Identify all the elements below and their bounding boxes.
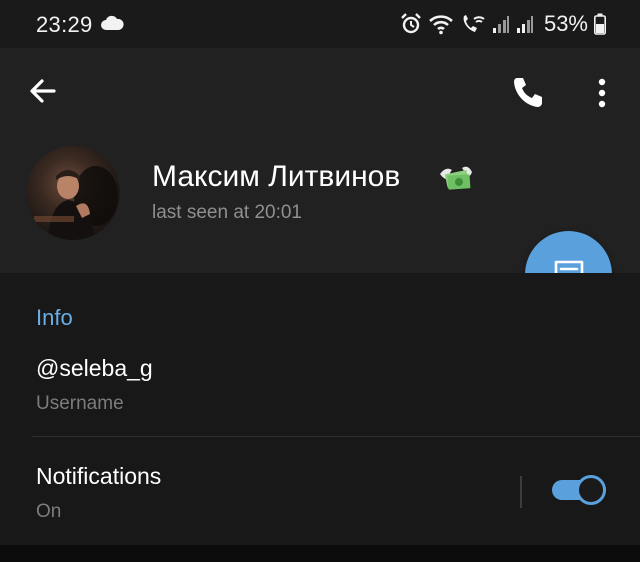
bottom-strip <box>0 545 640 562</box>
last-seen-status: last seen at 20:01 <box>152 202 302 223</box>
more-vertical-icon[interactable] <box>590 76 614 110</box>
status-icons: 53% <box>400 11 606 37</box>
status-time: 23:29 <box>36 12 93 37</box>
alarm-icon <box>401 13 421 34</box>
signal-icon <box>492 16 509 33</box>
notifications-toggle[interactable] <box>552 475 608 505</box>
app-bar <box>0 48 640 138</box>
divider <box>32 436 640 437</box>
cloud-icon <box>101 15 124 30</box>
notifications-title[interactable]: Notifications <box>36 463 161 490</box>
vertical-separator <box>520 476 522 508</box>
username-value[interactable]: @seleba_g <box>36 355 153 382</box>
status-bar: 23:29 53% <box>0 0 640 48</box>
section-title-info: Info <box>36 305 73 330</box>
username-label: Username <box>36 393 124 414</box>
wifi-call-icon <box>463 15 485 32</box>
phone-call-icon[interactable] <box>510 74 546 110</box>
info-section: Info @seleba_g Username Notifications On <box>0 273 640 545</box>
money-with-wings-icon <box>440 166 472 190</box>
profile-name: Максим Литвинов <box>152 160 401 193</box>
avatar-photo <box>34 166 118 240</box>
signal-icon <box>516 16 533 33</box>
back-arrow-icon[interactable] <box>26 74 60 108</box>
battery-icon <box>594 13 606 35</box>
toggle-thumb <box>576 475 606 505</box>
avatar[interactable] <box>26 146 120 240</box>
notifications-value: On <box>36 501 62 522</box>
wifi-icon <box>429 15 453 35</box>
battery-percent: 53% <box>543 11 588 36</box>
